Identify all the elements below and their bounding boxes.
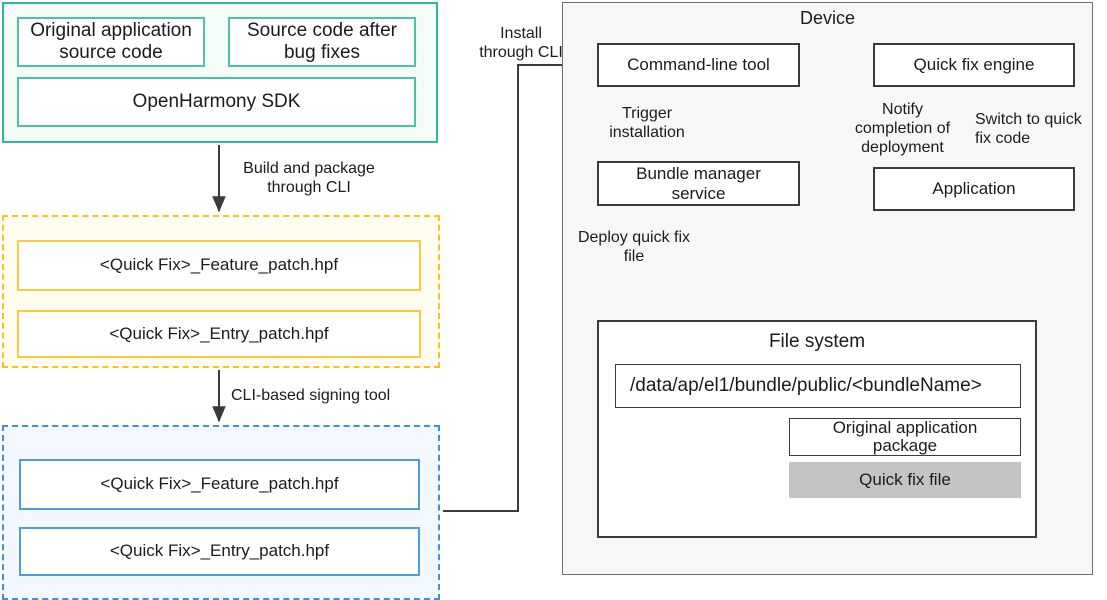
label-notify-completion: Notify completion of deployment [854, 101, 951, 157]
box-label: Command-line tool [627, 55, 770, 75]
box-quick-fix-engine: Quick fix engine [873, 43, 1075, 87]
label-trigger-installation: Trigger installation [609, 105, 685, 142]
label-deploy-quick-fix-file: Deploy quick fix file [577, 229, 691, 266]
box-label: Original application source code [30, 19, 192, 63]
box-unsigned-entry-patch: <Quick Fix>_Entry_patch.hpf [17, 310, 421, 358]
box-original-application-package: Original application package [789, 418, 1021, 456]
device-title: Device [799, 8, 856, 28]
file-system-path: /data/ap/el1/bundle/public/<bundleName> [615, 364, 1021, 408]
label-switch-to-quick-fix-code: Switch to quick fix code [975, 111, 1082, 148]
box-label: <Quick Fix>_Entry_patch.hpf [109, 541, 330, 561]
box-label: Quick fix engine [913, 55, 1035, 75]
box-signed-entry-patch: <Quick Fix>_Entry_patch.hpf [19, 527, 420, 576]
box-application: Application [873, 167, 1075, 211]
box-label: Quick fix file [859, 470, 951, 489]
box-label: Original application package [832, 418, 978, 455]
file-system-path-text: /data/ap/el1/bundle/public/<bundleName> [630, 375, 982, 396]
box-label: Application [932, 179, 1016, 199]
diagram-canvas: Original application source code Source … [0, 0, 1107, 600]
box-bundle-manager-service: Bundle manager service [597, 161, 800, 206]
file-system-title: File system [768, 331, 866, 352]
label-build-and-package: Build and package through CLI [243, 160, 375, 197]
box-openharmony-sdk: OpenHarmony SDK [17, 77, 416, 127]
box-label: OpenHarmony SDK [132, 90, 301, 112]
box-label: Bundle manager service [636, 163, 761, 203]
box-original-application-source-code: Original application source code [17, 17, 205, 67]
box-label: <Quick Fix>_Entry_patch.hpf [109, 323, 329, 343]
box-label: <Quick Fix>_Feature_patch.hpf [100, 474, 339, 494]
box-unsigned-feature-patch: <Quick Fix>_Feature_patch.hpf [17, 240, 421, 291]
label-cli-signing-tool: CLI-based signing tool [231, 387, 391, 404]
box-signed-feature-patch: <Quick Fix>_Feature_patch.hpf [19, 459, 420, 510]
box-label: Source code after bug fixes [247, 19, 397, 63]
box-source-code-after-bug-fixes: Source code after bug fixes [228, 17, 416, 67]
box-quick-fix-file: Quick fix file [789, 462, 1021, 498]
box-label: <Quick Fix>_Feature_patch.hpf [99, 255, 339, 275]
box-command-line-tool: Command-line tool [597, 43, 800, 87]
